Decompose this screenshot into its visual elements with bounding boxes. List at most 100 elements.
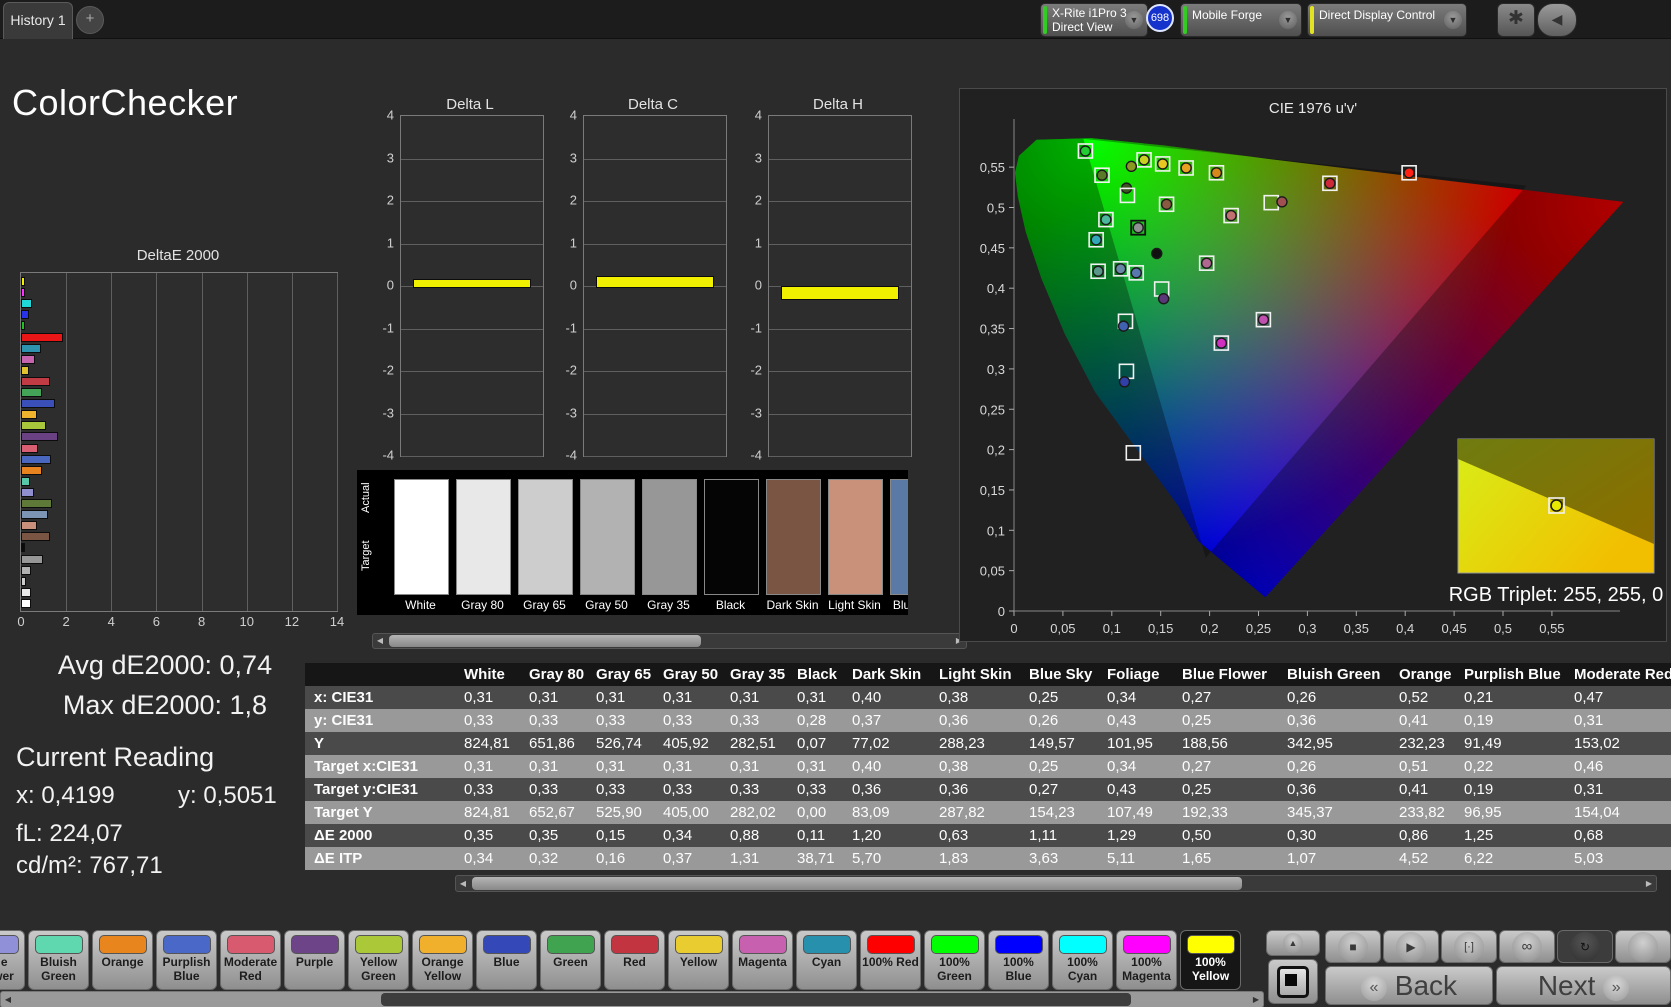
y-tick-label: -3 [750,405,762,420]
pattern-button-red[interactable]: Red [604,930,665,990]
step-button[interactable]: [·] [1441,930,1497,963]
table-cell: 824,81 [464,804,510,821]
deltae-bar-blue-sky [21,510,49,520]
scrollbar-thumb[interactable] [381,993,1131,1006]
cie-y-tick: 0,05 [980,564,1005,579]
tab-history-1[interactable]: History 1 [3,2,73,39]
pattern-button-blue[interactable]: Blue [476,930,537,990]
swatch-label: Dark Skin [766,598,819,612]
pattern-button-yellow[interactable]: Yellow [668,930,729,990]
source-dropdown[interactable]: Mobile Forge ▼ [1180,3,1302,37]
row-label: ΔE ITP [314,850,363,867]
swatch-strip-scrollbar[interactable]: ◀ ▶ [372,633,967,649]
pattern-button-100-green[interactable]: 100% Green [924,930,985,990]
play-button[interactable]: ▶ [1383,930,1439,963]
y-tick-label: 3 [386,150,394,165]
table-cell: 5,03 [1574,850,1604,867]
table-cell: 0,31 [529,758,559,775]
delta-bar [596,275,714,288]
cie-x-tick: 0,2 [1201,621,1219,636]
back-label: Back [1394,970,1458,1001]
next-button[interactable]: Next » [1496,966,1671,1005]
pattern-button-bluish-green[interactable]: Bluish Green [28,930,89,990]
pattern-button-green[interactable]: Green [540,930,601,990]
pattern-button-orange[interactable]: Orange [92,930,153,990]
cie-x-tick: 0,45 [1441,621,1466,636]
display-control-dropdown[interactable]: Direct Display Control ▼ [1307,3,1467,37]
scroll-right-icon[interactable]: ▶ [1642,876,1656,891]
pattern-button-label: Bluish Green [40,955,77,983]
scroll-left-icon[interactable]: ◀ [373,634,387,648]
gear-icon[interactable]: ✱ [1497,3,1535,37]
stop-button[interactable]: ■ [1325,930,1381,963]
pattern-button-100-yellow[interactable]: 100% Yellow [1180,930,1241,990]
collapse-panel-icon[interactable]: ◀ [1537,3,1577,37]
cie-measured-marker [1132,221,1144,234]
pattern-strip-scrollbar[interactable]: ◀ ▶ [0,991,1264,1007]
pattern-button-purple[interactable]: Purple [284,930,345,990]
pattern-color-swatch [226,935,275,954]
pattern-button-cyan[interactable]: Cyan [796,930,857,990]
pattern-button-100-red[interactable]: 100% Red [860,930,921,990]
swatch-gray-35 [642,479,697,595]
pattern-window-toggle[interactable] [1268,959,1318,1004]
pattern-color-swatch [482,935,531,954]
pattern-color-swatch [1186,935,1235,954]
pattern-button-orange-yellow[interactable]: Orange Yellow [412,930,473,990]
table-cell: 0,34 [663,827,693,844]
row-label: ΔE 2000 [314,827,373,844]
scrollbar-thumb[interactable] [472,877,1242,890]
table-cell: 0,47 [1574,689,1604,706]
table-cell: 0,88 [730,827,760,844]
x-tick-label: 10 [239,614,254,629]
deltae-bar-moderate-red [21,443,39,453]
pattern-color-swatch [418,935,467,954]
meter-dropdown[interactable]: X-Rite i1Pro 3 Direct View ▼ [1040,3,1148,37]
pattern-button-moderate-red[interactable]: Moderate Red [220,930,281,990]
display-control-label: Direct Display Control [1319,8,1436,22]
table-scrollbar[interactable]: ◀ ▶ [455,875,1657,892]
scrollbar-thumb[interactable] [389,635,701,647]
row-label: y: CIE31 [314,712,374,729]
deltae-bar-cyan [21,343,42,353]
deltae-bar-bluish-green [21,476,30,486]
y-tick-label: 0 [754,277,762,293]
cie-measured-marker [1138,154,1150,166]
table-cell: 0,36 [939,712,969,729]
table-cell: 0,35 [529,827,559,844]
chevron-down-icon[interactable]: ▼ [1444,11,1462,29]
chevron-up-icon: ▲ [1283,933,1303,953]
loop-button[interactable]: ∞ [1499,930,1555,963]
pattern-button-label: 100% Green [937,955,972,983]
table-cell: 0,43 [1107,781,1137,798]
pattern-button-yellow-green[interactable]: Yellow Green [348,930,409,990]
pattern-button-purplish-blue[interactable]: Purplish Blue [156,930,217,990]
pattern-button-100-magenta[interactable]: 100% Magenta [1116,930,1177,990]
pattern-button-100-blue[interactable]: 100% Blue [988,930,1049,990]
refresh-button[interactable]: ↻ [1557,930,1613,963]
expand-pattern-panel-button[interactable]: ▲ [1266,930,1320,956]
delta-chart-title: Delta C [627,96,679,113]
back-button[interactable]: « Back [1325,966,1493,1005]
y-tick-label: 1 [754,235,762,250]
pattern-button-100-cyan[interactable]: 100% Cyan [1052,930,1113,990]
table-cell: 188,56 [1182,735,1228,752]
app-window: History 1 + X-Rite i1Pro 3 Direct View ▼… [0,0,1671,1007]
cie-x-tick: 0,15 [1148,621,1173,636]
scroll-left-icon[interactable]: ◀ [456,876,470,891]
table-row: Target y:CIE31 0,33 0,33 0,33 0,33 0,33 0,33 0,… [305,778,1671,801]
pattern-button-magenta[interactable]: Magenta [732,930,793,990]
table-cell: 405,00 [663,804,709,821]
pattern-button-blue-flower[interactable]: BlueFlower [0,930,25,990]
gridline [769,243,911,245]
add-tab-button[interactable]: + [76,6,104,34]
chevron-down-icon[interactable]: ▼ [1279,11,1297,29]
table-cell: 0,63 [939,827,969,844]
table-cell: 0,32 [529,850,559,867]
record-button[interactable] [1615,930,1671,963]
column-header-foliage: Foliage [1098,663,1173,686]
chevron-down-icon[interactable]: ▼ [1125,11,1143,29]
deltae-bar-foliage [21,499,53,508]
scroll-left-icon[interactable]: ◀ [1,992,15,1007]
scroll-right-icon[interactable]: ▶ [1249,992,1263,1007]
